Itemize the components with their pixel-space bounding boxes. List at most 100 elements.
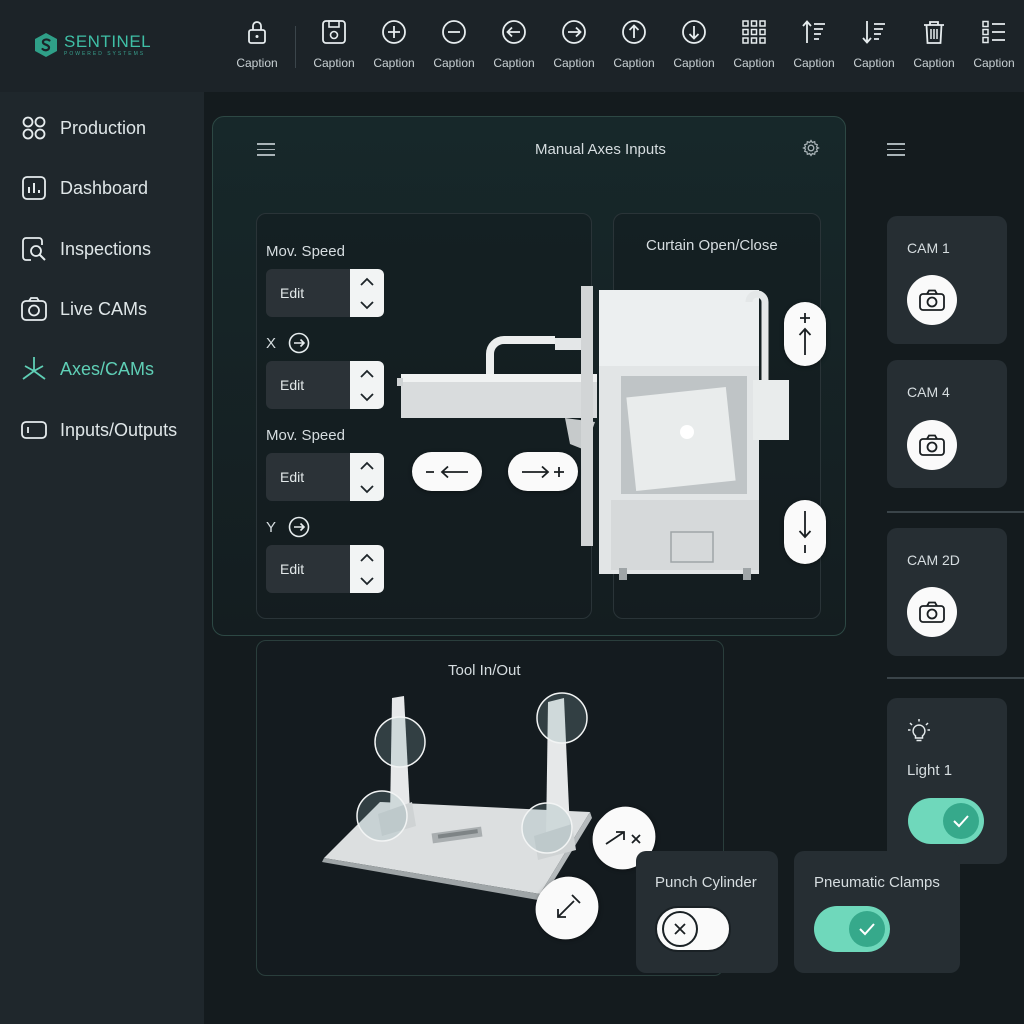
toolbar-caption: Caption [913,56,955,70]
speed-y-input[interactable]: Edit [266,453,350,501]
light-toggle[interactable] [908,798,984,844]
panel-menu-icon[interactable] [257,143,275,156]
chevron-up-icon [360,369,374,378]
light-label: Light 1 [907,762,953,779]
y-position-stepper[interactable]: Edit [266,545,384,593]
dashboard-icon [22,176,46,200]
cams-divider [887,677,1024,679]
speed-y-stepper[interactable]: Edit [266,453,384,501]
mov-speed-label: Mov. Speed [266,427,345,444]
brand-tagline: POWERED SYSTEMS [64,51,146,57]
machine-illustration [397,286,789,580]
toolbar-caption: Caption [973,56,1015,70]
arrow-up-right-plus-icon [605,831,641,845]
sort-descending-icon [862,21,885,44]
sort-ascending-button[interactable]: Caption [784,14,844,74]
move-x-minus-button[interactable] [412,452,482,491]
sidebar-item-inputs-outputs[interactable]: Inputs/Outputs [20,415,177,445]
sidebar-item-production[interactable]: Production [20,113,146,143]
move-down-button[interactable]: Caption [664,14,724,74]
arrow-down-minus-icon [798,511,812,553]
y-axis-label: Y [266,519,277,536]
cam-4-capture-button[interactable] [907,420,957,470]
plus-circle-icon [382,20,406,44]
move-left-button[interactable]: Caption [484,14,544,74]
brand-logo: SENTINEL POWERED SYSTEMS [34,32,151,58]
toolbar-caption: Caption [553,56,595,70]
toolbar-caption: Caption [853,56,895,70]
cam-label: CAM 1 [907,240,950,256]
save-button[interactable]: Caption [304,14,364,74]
punch-cylinder-toggle[interactable] [655,906,731,952]
grid-button[interactable]: Caption [724,14,784,74]
lock-button[interactable]: Caption [227,14,287,74]
arrow-up-circle-icon [622,20,646,44]
increment-button[interactable] [350,269,384,293]
x-axis-label: X [266,335,277,352]
sort-ascending-icon [802,20,825,43]
arrow-left-circle-icon [502,20,526,44]
toolbar-caption: Caption [313,56,355,70]
settings-icon[interactable] [802,139,820,157]
cam-1-capture-button[interactable] [907,275,957,325]
decrement-button[interactable] [350,385,384,409]
chevron-up-icon [360,461,374,470]
sidebar-item-dashboard[interactable]: Dashboard [20,173,148,203]
cam-label: CAM 2D [907,552,960,568]
toolbar-caption: Caption [433,56,475,70]
sidebar-item-axes-cams[interactable]: Axes/CAMs [20,354,154,384]
grid-icon [742,20,766,44]
sidebar-item-live-cams[interactable]: Live CAMs [20,294,147,324]
decrement-button[interactable] [350,477,384,501]
check-icon [859,923,875,936]
toolbar-caption: Caption [493,56,535,70]
cam-2d-capture-button[interactable] [907,587,957,637]
x-position-input[interactable]: Edit [266,361,350,409]
speed-x-stepper[interactable]: Edit [266,269,384,317]
sort-descending-button[interactable]: Caption [844,14,904,74]
sidebar-item-label: Dashboard [60,177,149,198]
pneumatic-clamps-toggle[interactable] [814,906,890,952]
sidebar [0,92,204,1024]
y-position-input[interactable]: Edit [266,545,350,593]
cams-menu-icon[interactable] [887,143,905,156]
arrow-right-circle-icon[interactable] [288,516,310,538]
remove-button[interactable]: Caption [424,14,484,74]
sidebar-item-inspections[interactable]: Inspections [20,234,151,264]
minus-arrow-left-icon [426,465,468,478]
toolbar-caption: Caption [613,56,655,70]
cam-label: CAM 4 [907,384,950,400]
arrow-right-plus-icon [522,465,564,478]
move-x-plus-button[interactable] [508,452,578,491]
pneumatic-clamps-label: Pneumatic Clamps [814,874,940,891]
sentinel-logo-icon [35,33,57,57]
checklist-button[interactable]: Caption [964,14,1024,74]
io-icon [21,421,47,439]
cams-divider [887,511,1024,513]
increment-button[interactable] [350,545,384,569]
brand-name: SENTINEL [64,32,152,51]
toolbar-caption: Caption [733,56,775,70]
delete-button[interactable]: Caption [904,14,964,74]
chevron-down-icon [360,576,374,585]
add-button[interactable]: Caption [364,14,424,74]
speed-x-input[interactable]: Edit [266,269,350,317]
x-position-stepper[interactable]: Edit [266,361,384,409]
curtain-open-button[interactable] [784,302,826,366]
plus-arrow-up-icon [798,313,812,355]
sidebar-item-label: Live CAMs [60,298,148,319]
camera-icon [919,434,945,456]
arrow-right-circle-icon[interactable] [288,332,310,354]
top-toolbar: SENTINEL POWERED SYSTEMS Caption Caption… [0,0,1024,92]
move-right-button[interactable]: Caption [544,14,604,74]
save-icon [322,20,346,44]
curtain-close-button[interactable] [784,500,826,564]
decrement-button[interactable] [350,569,384,593]
panel-title: Manual Axes Inputs [535,141,666,158]
camera-icon [21,297,47,321]
increment-button[interactable] [350,361,384,385]
arrow-down-left-minus-icon [557,894,581,918]
decrement-button[interactable] [350,293,384,317]
increment-button[interactable] [350,453,384,477]
move-up-button[interactable]: Caption [604,14,664,74]
